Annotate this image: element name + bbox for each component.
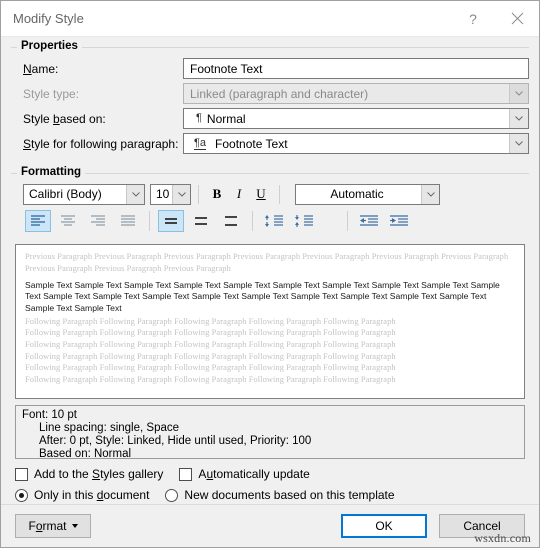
preview-following-paragraph-line: Following Paragraph Following Paragraph … xyxy=(25,339,396,349)
modify-style-dialog: Modify Style ? Properties Name: Footnote… xyxy=(0,0,540,548)
chevron-down-icon[interactable] xyxy=(509,134,528,153)
formatting-group: Formatting Calibri (Body) 10 B I U Autom… xyxy=(11,166,529,234)
help-question-mark: ? xyxy=(469,10,477,27)
new-documents-radio[interactable]: New documents based on this template xyxy=(165,488,395,502)
title-bar: Modify Style ? xyxy=(1,1,539,37)
checkbox-row: Add to the Styles gallery Automatically … xyxy=(15,467,326,481)
increase-indent-button[interactable] xyxy=(386,210,412,232)
align-justify-button[interactable] xyxy=(115,210,141,232)
chevron-down-icon[interactable] xyxy=(509,84,528,103)
new-documents-label: New documents based on this template xyxy=(184,488,395,502)
chevron-down-icon xyxy=(71,524,78,528)
decrease-indent-button[interactable] xyxy=(356,210,382,232)
radio-row: Only in this document New documents base… xyxy=(15,488,411,502)
chevron-down-icon[interactable] xyxy=(126,184,144,204)
toolbar-separator xyxy=(252,211,253,231)
chevron-down-icon[interactable] xyxy=(421,184,439,204)
underline-button[interactable]: U xyxy=(250,184,272,205)
chevron-down-icon[interactable] xyxy=(172,184,190,204)
properties-group: Properties Name: Footnote Text Style typ… xyxy=(11,40,529,158)
preview-sample-text: Sample Text Sample Text Sample Text Samp… xyxy=(25,280,500,313)
preview-following-paragraph-line: Following Paragraph Following Paragraph … xyxy=(25,363,396,373)
only-in-this-document-radio[interactable]: Only in this document xyxy=(15,488,149,502)
toolbar-separator xyxy=(347,211,348,231)
line-spacing-single-button[interactable] xyxy=(158,210,184,232)
font-size-value: 10 xyxy=(156,187,170,201)
name-input-value: Footnote Text xyxy=(190,61,263,76)
style-based-on-label: Style based on: xyxy=(23,111,106,126)
preview-following-paragraph-line: Following Paragraph Following Paragraph … xyxy=(25,316,396,326)
toolbar-separator xyxy=(198,184,199,204)
style-description: Font: 10 pt Line spacing: single, Space … xyxy=(15,405,525,460)
font-color-dropdown[interactable]: Automatic xyxy=(295,183,440,205)
font-toolbar: Calibri (Body) 10 B I U Automatic xyxy=(11,183,529,205)
radio-icon[interactable] xyxy=(15,488,28,502)
preview-following-paragraph-line: Following Paragraph Following Paragraph … xyxy=(25,328,396,338)
preview-previous-paragraph: Previous Paragraph Previous Paragraph Pr… xyxy=(25,252,509,273)
italic-button[interactable]: I xyxy=(228,184,250,205)
ok-button[interactable]: OK xyxy=(341,514,427,538)
bold-button[interactable]: B xyxy=(206,184,228,205)
font-size-dropdown[interactable]: 10 xyxy=(150,183,191,205)
preview-following-paragraph-line: Following Paragraph Following Paragraph … xyxy=(25,351,396,361)
help-icon[interactable]: ? xyxy=(451,2,495,36)
description-line-1: Font: 10 pt xyxy=(22,409,77,421)
font-color-value: Automatic xyxy=(330,187,384,201)
style-type-dropdown[interactable]: Linked (paragraph and character) xyxy=(183,83,529,104)
style-based-on-dropdown[interactable]: ¶ Normal xyxy=(183,108,529,129)
style-based-on-value: Normal xyxy=(206,111,246,126)
linked-style-icon: ¶a xyxy=(194,136,207,150)
style-type-label: Style type: xyxy=(23,86,80,101)
style-following-value: Footnote Text xyxy=(215,136,288,151)
style-preview: Previous Paragraph Previous Paragraph Pr… xyxy=(15,244,525,399)
preview-following-paragraph-line: Following Paragraph Following Paragraph … xyxy=(25,374,396,384)
line-spacing-double-button[interactable] xyxy=(218,210,244,232)
watermark: wsxdn.com xyxy=(474,531,531,545)
style-following-row: Style for following paragraph: ¶a Footno… xyxy=(11,133,529,154)
group-divider xyxy=(11,47,529,48)
radio-icon[interactable] xyxy=(165,488,179,502)
format-button-label: Format xyxy=(28,519,67,533)
paragraph-toolbar xyxy=(11,208,529,234)
close-icon[interactable] xyxy=(495,2,539,36)
align-right-button[interactable] xyxy=(85,210,111,232)
name-input[interactable]: Footnote Text xyxy=(183,58,529,79)
toolbar-separator xyxy=(279,184,280,204)
description-line-3: After: 0 pt, Style: Linked, Hide until u… xyxy=(39,435,312,447)
format-button[interactable]: Format xyxy=(15,514,91,538)
toolbar-separator xyxy=(149,211,150,231)
add-to-styles-gallery-label: Add to the Styles gallery xyxy=(34,467,164,481)
properties-group-label: Properties xyxy=(17,40,82,52)
align-left-button[interactable] xyxy=(25,210,51,232)
checkbox-icon[interactable] xyxy=(15,467,28,481)
font-family-dropdown[interactable]: Calibri (Body) xyxy=(23,183,145,205)
formatting-group-label: Formatting xyxy=(17,166,86,178)
style-based-on-row: Style based on: ¶ Normal xyxy=(11,108,529,129)
only-in-this-document-label: Only in this document xyxy=(34,488,150,502)
automatically-update-label: Automatically update xyxy=(198,467,310,481)
pilcrow-icon: ¶ xyxy=(196,112,202,124)
add-to-styles-gallery-checkbox[interactable]: Add to the Styles gallery xyxy=(15,467,163,481)
style-following-dropdown[interactable]: ¶a Footnote Text xyxy=(183,133,529,154)
line-spacing-1-5-button[interactable] xyxy=(188,210,214,232)
automatically-update-checkbox[interactable]: Automatically update xyxy=(179,467,310,481)
page-title: Modify Style xyxy=(13,11,84,26)
style-type-row: Style type: Linked (paragraph and charac… xyxy=(11,83,529,104)
name-row: Name: Footnote Text xyxy=(11,58,529,79)
decrease-paragraph-spacing-button[interactable] xyxy=(291,210,317,232)
increase-paragraph-spacing-button[interactable] xyxy=(261,210,287,232)
align-center-button[interactable] xyxy=(55,210,81,232)
chevron-down-icon[interactable] xyxy=(509,109,528,128)
group-divider xyxy=(11,173,529,174)
font-family-value: Calibri (Body) xyxy=(29,187,102,201)
name-label: Name: xyxy=(23,61,59,76)
description-line-4: Based on: Normal xyxy=(39,448,132,460)
style-type-value: Linked (paragraph and character) xyxy=(190,86,369,101)
dialog-footer: Format OK Cancel wsxdn.com xyxy=(1,504,539,547)
style-following-label: Style for following paragraph: xyxy=(23,136,179,151)
checkbox-icon[interactable] xyxy=(179,467,193,481)
preview-following-paragraphs: Following Paragraph Following Paragraph … xyxy=(25,316,515,386)
description-line-2: Line spacing: single, Space xyxy=(39,422,180,434)
